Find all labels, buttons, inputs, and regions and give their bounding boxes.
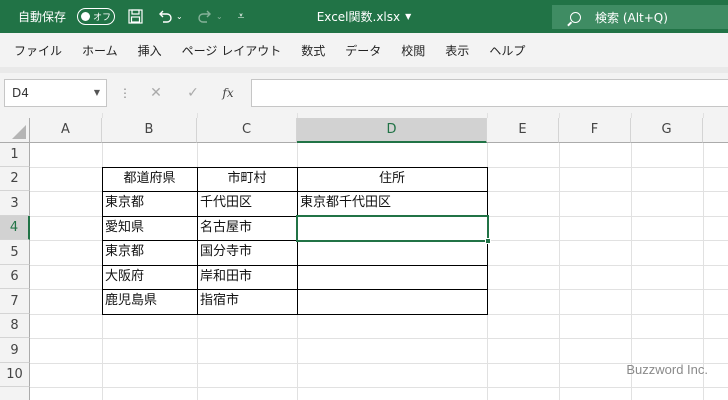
- table-border: [102, 289, 488, 290]
- ribbon-menu: ファイル ホーム 挿入 ページ レイアウト 数式 データ 校閲 表示 ヘルプ: [0, 33, 728, 67]
- row-header-3[interactable]: 3: [0, 191, 30, 216]
- column-header-partial[interactable]: [703, 118, 728, 143]
- gridline: [703, 113, 704, 400]
- table-cell[interactable]: 国分寺市: [197, 240, 297, 265]
- toggle-knob: [81, 12, 90, 21]
- row-header-8[interactable]: 8: [0, 314, 30, 338]
- gridline: [559, 113, 560, 400]
- customize-quick-access-icon[interactable]: ⩡: [230, 0, 252, 33]
- row-header-1[interactable]: 1: [0, 143, 30, 167]
- name-box-chevron-down-icon[interactable]: ▼: [94, 80, 100, 106]
- table-cell[interactable]: 愛知県: [102, 216, 197, 240]
- gridline: [631, 113, 632, 400]
- search-icon: [570, 11, 581, 23]
- name-box[interactable]: D4 ▼: [4, 79, 107, 107]
- table-cell[interactable]: 東京都: [102, 191, 197, 216]
- gridline: [0, 363, 728, 364]
- row-header-2[interactable]: 2: [0, 167, 30, 191]
- table-cell[interactable]: 鹿児島県: [102, 289, 197, 314]
- name-box-value: D4: [12, 86, 29, 100]
- row-header-6[interactable]: 6: [0, 265, 30, 289]
- table-border: [102, 167, 488, 168]
- row-header-7[interactable]: 7: [0, 289, 30, 314]
- row-header-4[interactable]: 4: [0, 216, 30, 240]
- search-label: 検索 (Alt+Q): [595, 10, 668, 25]
- gridline: [0, 387, 728, 388]
- cancel-icon[interactable]: ✕: [144, 81, 168, 105]
- column-header-b[interactable]: B: [102, 118, 197, 143]
- select-all-button[interactable]: [0, 118, 30, 143]
- watermark: Buzzword Inc.: [626, 362, 708, 377]
- search-box[interactable]: 検索 (Alt+Q): [552, 5, 728, 29]
- undo-icon[interactable]: [154, 0, 176, 33]
- save-icon[interactable]: [124, 0, 146, 33]
- column-header-a[interactable]: A: [30, 118, 102, 143]
- table-cell[interactable]: 指宿市: [197, 289, 297, 314]
- table-cell[interactable]: 岸和田市: [197, 265, 297, 289]
- row-header-5[interactable]: 5: [0, 240, 30, 265]
- table-header-city[interactable]: 市町村: [197, 167, 297, 191]
- row-header-9[interactable]: 9: [0, 338, 30, 363]
- table-border: [102, 314, 488, 315]
- menu-file[interactable]: ファイル: [6, 42, 70, 59]
- undo-dropdown-chevron-icon[interactable]: ⌄: [176, 0, 183, 33]
- menu-page-layout[interactable]: ページ レイアウト: [174, 42, 290, 59]
- formula-bar-handle-icon[interactable]: ⋮: [119, 83, 131, 103]
- menu-review[interactable]: 校閲: [393, 42, 433, 59]
- table-cell[interactable]: 東京都千代田区: [297, 191, 487, 216]
- menu-view[interactable]: 表示: [437, 42, 477, 59]
- table-cell[interactable]: [297, 240, 487, 265]
- active-cell-selection[interactable]: [296, 215, 489, 242]
- formula-input[interactable]: [251, 79, 728, 107]
- column-header-e[interactable]: E: [487, 118, 559, 143]
- enter-check-icon[interactable]: ✓: [181, 81, 205, 105]
- gridline: [0, 338, 728, 339]
- filename-chevron-down-icon[interactable]: ▼: [405, 12, 411, 21]
- table-cell[interactable]: 名古屋市: [197, 216, 297, 240]
- table-cell[interactable]: [297, 289, 487, 314]
- autosave-label: 自動保存: [18, 10, 67, 24]
- table-cell[interactable]: 千代田区: [197, 191, 297, 216]
- table-border: [102, 191, 488, 192]
- menu-data[interactable]: データ: [337, 42, 389, 59]
- row-header-partial[interactable]: [0, 387, 30, 400]
- menu-help[interactable]: ヘルプ: [481, 42, 533, 59]
- title-bar: 自動保存 オフ ⌄ ⌄ ⩡ Excel関数.xlsx ▼ 検索 (Alt+Q): [0, 0, 728, 33]
- column-header-d[interactable]: D: [297, 118, 487, 143]
- autosave-toggle[interactable]: オフ: [77, 8, 115, 25]
- file-name[interactable]: Excel関数.xlsx: [317, 8, 400, 25]
- insert-function-icon[interactable]: fx: [216, 81, 240, 105]
- fill-handle[interactable]: [485, 238, 491, 244]
- table-border: [197, 167, 198, 315]
- row-header-10[interactable]: 10: [0, 363, 30, 387]
- table-cell[interactable]: [297, 265, 487, 289]
- column-header-c[interactable]: C: [197, 118, 297, 143]
- menu-formulas[interactable]: 数式: [293, 42, 333, 59]
- table-header-address[interactable]: 住所: [297, 167, 487, 191]
- table-cell[interactable]: 大阪府: [102, 265, 197, 289]
- column-header-g[interactable]: G: [631, 118, 703, 143]
- formula-bar: D4 ▼ ⋮ ✕ ✓ fx: [0, 73, 728, 113]
- column-header-f[interactable]: F: [559, 118, 631, 143]
- table-border: [102, 265, 488, 266]
- table-border: [102, 167, 103, 315]
- worksheet-grid[interactable]: A B C D E F G 1 2 3 4 5 6 7 8 9 10 都道府県 …: [0, 113, 728, 400]
- table-cell[interactable]: 東京都: [102, 240, 197, 265]
- menu-insert[interactable]: 挿入: [130, 42, 170, 59]
- menu-home[interactable]: ホーム: [74, 42, 126, 59]
- table-header-prefecture[interactable]: 都道府県: [102, 167, 197, 191]
- autosave-state: オフ: [93, 13, 112, 23]
- redo-icon[interactable]: [194, 0, 216, 33]
- redo-dropdown-chevron-icon[interactable]: ⌄: [216, 0, 223, 33]
